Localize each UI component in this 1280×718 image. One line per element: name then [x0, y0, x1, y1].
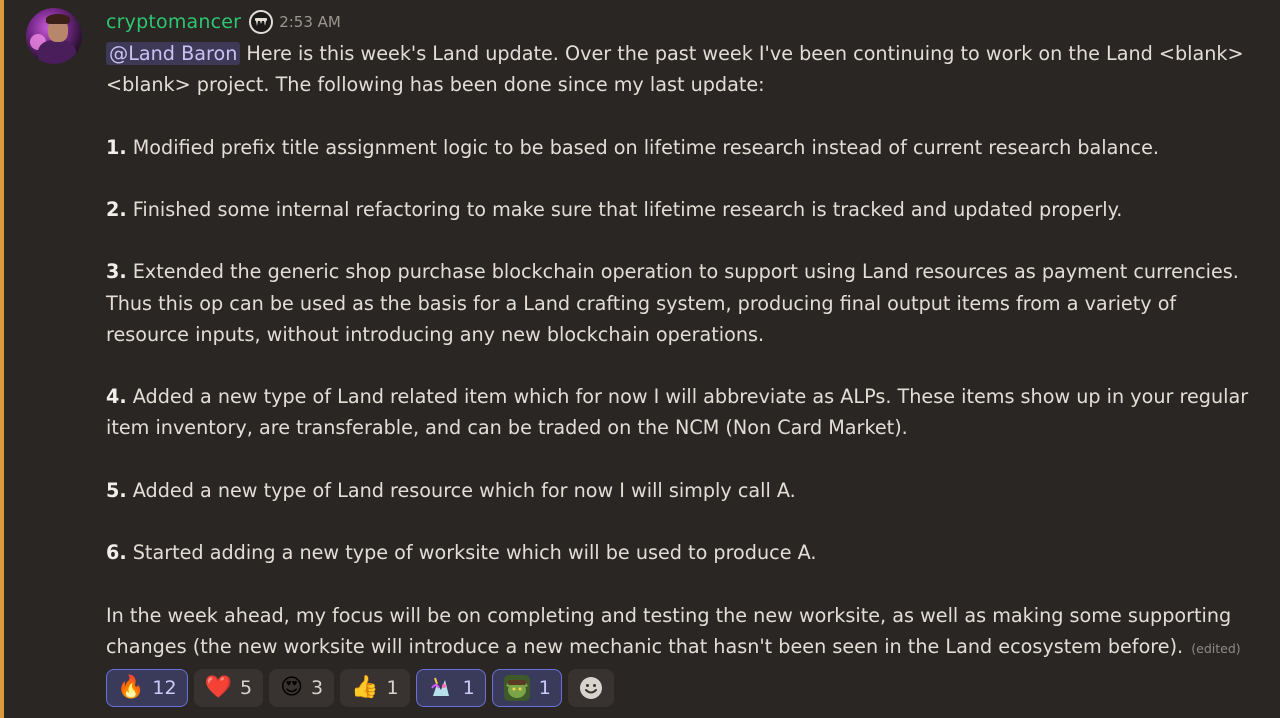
list-item: 2. Finished some internal refactoring to… — [106, 194, 1256, 225]
chat-message: cryptomancer 2:53 AM @Land Baron Here is … — [0, 0, 1280, 718]
intro-paragraph: @Land Baron Here is this week's Land upda… — [106, 38, 1256, 100]
goblin-emoji-icon — [503, 675, 530, 701]
list-item-text: Added a new type of Land resource which … — [132, 478, 796, 502]
reaction-heart[interactable]: ❤️ 5 — [193, 669, 264, 707]
heart-emoji-icon: ❤️ — [204, 675, 232, 700]
list-item-text: Finished some internal refactoring to ma… — [132, 197, 1123, 221]
list-item-number: 5. — [106, 478, 127, 502]
thumbs-up-emoji-icon: 👍 — [351, 675, 379, 700]
list-item-text: Modified prefix title assignment logic t… — [132, 135, 1160, 159]
reaction-count: 3 — [311, 677, 324, 699]
list-item-number: 6. — [106, 541, 127, 565]
list-item: 4. Added a new type of Land related item… — [106, 381, 1256, 443]
heart-eyes-emoji-icon: 😍 — [280, 675, 304, 700]
list-item-number: 1. — [106, 135, 127, 159]
username[interactable]: cryptomancer — [106, 11, 241, 33]
avatar-hair — [46, 14, 70, 24]
add-reaction-button[interactable] — [567, 669, 614, 707]
list-item-text: Extended the generic shop purchase block… — [106, 260, 1239, 346]
reaction-custom-unicorn[interactable]: 1 — [415, 669, 486, 707]
list-item-number: 3. — [106, 260, 127, 284]
list-item: 6. Started adding a new type of worksite… — [106, 537, 1256, 568]
reaction-heart-eyes[interactable]: 😍 3 — [269, 669, 335, 707]
add-reaction-smiley-icon — [579, 677, 602, 699]
reaction-thumbs-up[interactable]: 👍 1 — [340, 669, 410, 707]
outro-text: In the week ahead, my focus will be on c… — [106, 603, 1232, 658]
list-item-text: Added a new type of Land related item wh… — [106, 385, 1249, 440]
fangs-badge-icon[interactable] — [249, 10, 274, 34]
mention-highlight-bar — [0, 0, 4, 718]
edited-label: (edited) — [1191, 640, 1241, 656]
unicorn-emoji-icon — [428, 676, 453, 700]
avatar-body — [38, 40, 76, 64]
message-header: cryptomancer 2:53 AM — [106, 9, 341, 35]
list-item-text: Started adding a new type of worksite wh… — [132, 541, 817, 565]
reaction-count: 1 — [462, 677, 475, 699]
avatar[interactable] — [26, 8, 82, 64]
reaction-fire[interactable]: 🔥 12 — [106, 669, 188, 707]
outro-paragraph: In the week ahead, my focus will be on c… — [106, 600, 1256, 664]
reaction-count: 1 — [386, 677, 399, 699]
reaction-count: 1 — [538, 677, 551, 699]
intro-text: Here is this week's Land update. Over th… — [106, 42, 1244, 97]
list-item: 1. Modified prefix title assignment logi… — [106, 132, 1256, 163]
message-content: @Land Baron Here is this week's Land upda… — [106, 38, 1256, 664]
reaction-count: 5 — [240, 677, 253, 699]
reactions-bar: 🔥 12 ❤️ 5 😍 3 👍 1 1 1 — [106, 669, 614, 707]
list-item: 3. Extended the generic shop purchase bl… — [106, 256, 1256, 350]
reaction-count: 12 — [152, 677, 177, 699]
list-item: 5. Added a new type of Land resource whi… — [106, 475, 1256, 506]
list-item-number: 2. — [106, 197, 127, 221]
fire-emoji-icon: 🔥 — [117, 675, 145, 700]
list-item-number: 4. — [106, 385, 127, 409]
user-mention[interactable]: @Land Baron — [106, 42, 241, 65]
reaction-custom-goblin[interactable]: 1 — [491, 669, 562, 707]
timestamp[interactable]: 2:53 AM — [279, 13, 341, 31]
